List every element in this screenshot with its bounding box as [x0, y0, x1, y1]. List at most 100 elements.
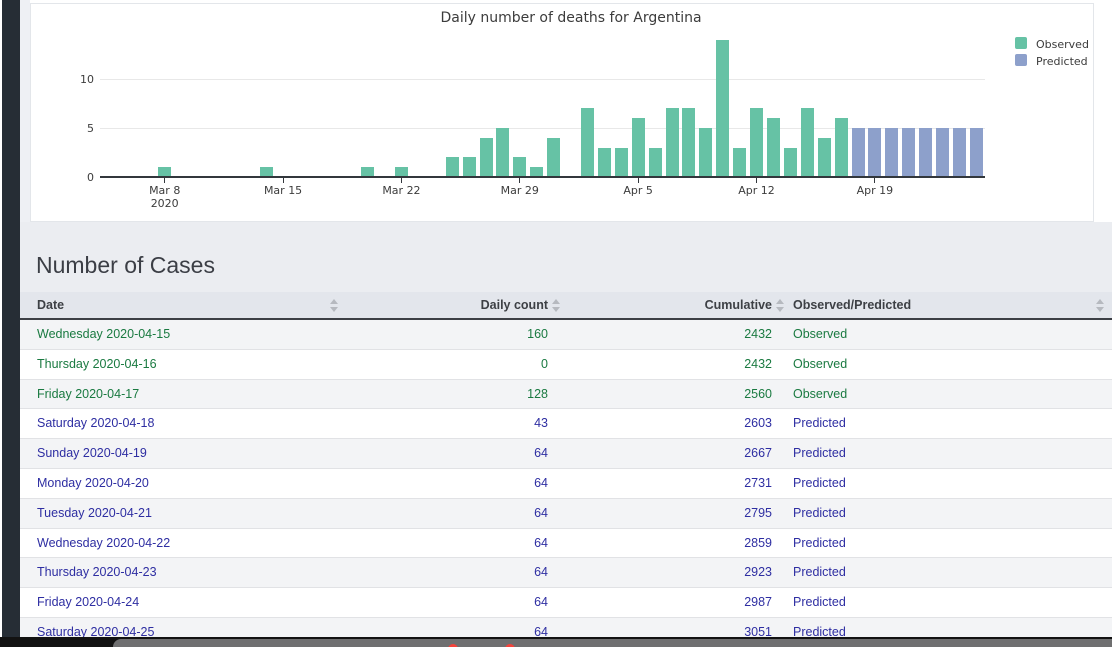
x-axis-tick-mark [401, 178, 402, 183]
cases-heading: Number of Cases [36, 252, 215, 279]
bar-observed [750, 108, 763, 177]
column-header-daily-count: Daily count [481, 292, 548, 318]
table-row: Thursday 2020-04-23642923Predicted [20, 558, 1112, 588]
cell-date: Sunday 2020-04-19 [37, 439, 147, 468]
cell-daily-count: 0 [541, 350, 548, 379]
bar-predicted [885, 128, 898, 177]
bar-observed [615, 148, 628, 177]
bar-observed [835, 118, 848, 177]
observed-legend-swatch [1015, 37, 1027, 49]
bar-observed [733, 148, 746, 177]
cell-daily-count: 128 [527, 380, 548, 409]
bar-observed [818, 138, 831, 177]
x-axis-tick-label: Mar 8 [130, 184, 200, 197]
bar-observed [446, 157, 459, 177]
bar-predicted [902, 128, 915, 177]
bar-observed [581, 108, 594, 177]
cell-observed-predicted: Observed [793, 320, 847, 349]
table-row: Wednesday 2020-04-151602432Observed [20, 320, 1112, 350]
table-row: Monday 2020-04-20 64 2731 Predicted [20, 469, 1112, 499]
cell-date: Saturday 2020-04-18 [37, 409, 154, 438]
x-axis-tick-mark [874, 178, 875, 183]
sort-up-arrow [1096, 299, 1104, 304]
cell-date: Friday 2020-04-17 [37, 380, 139, 409]
table-header-row: DateDaily countCumulativeObserved/Predic… [20, 292, 1112, 318]
sort-icon[interactable] [552, 299, 561, 312]
bar-observed [463, 157, 476, 177]
cell-daily-count: 64 [534, 469, 548, 498]
cell-cumulative: 2432 [744, 350, 772, 379]
x-axis-tick-sublabel: 2020 [130, 197, 200, 210]
bar-observed [716, 40, 729, 177]
sort-down-arrow [552, 307, 560, 312]
x-axis-tick-label: Apr 19 [840, 184, 910, 197]
bar-predicted [868, 128, 881, 177]
legend-item-observed[interactable]: Observed [1015, 37, 1095, 51]
sort-icon[interactable] [1096, 299, 1105, 312]
bar-observed [699, 128, 712, 177]
cell-daily-count: 64 [534, 529, 548, 558]
cell-cumulative: 2667 [744, 439, 772, 468]
cell-observed-predicted: Predicted [793, 499, 846, 528]
x-axis-tick-label: Mar 15 [248, 184, 318, 197]
cell-daily-count: 64 [534, 499, 548, 528]
dashboard-screen: Daily number of deaths for Argentina 051… [0, 0, 1112, 647]
x-axis-tick-mark [283, 178, 284, 183]
x-axis-tick-mark [519, 178, 520, 183]
bar-observed [496, 128, 509, 177]
cell-date: Wednesday 2020-04-15 [37, 320, 170, 349]
cell-date: Tuesday 2020-04-21 [37, 499, 152, 528]
column-header-date: Date [37, 292, 64, 318]
bar-observed [547, 138, 560, 177]
cell-cumulative: 2432 [744, 320, 772, 349]
cell-observed-predicted: Predicted [793, 588, 846, 617]
predicted-legend-swatch [1015, 54, 1027, 66]
cell-cumulative: 2859 [744, 529, 772, 558]
x-axis-tick-mark [164, 178, 165, 183]
x-axis-line [100, 176, 985, 178]
deaths-bar-chart: 0510Mar 82020Mar 15Mar 22Mar 29Apr 5Apr … [0, 0, 1112, 222]
x-axis-tick-mark [638, 178, 639, 183]
cell-cumulative: 2987 [744, 588, 772, 617]
bar-observed [480, 138, 493, 177]
table-row: Friday 2020-04-171282560Observed [20, 380, 1112, 410]
cell-observed-predicted: Predicted [793, 469, 846, 498]
legend-item-predicted[interactable]: Predicted [1015, 54, 1095, 68]
bar-observed [632, 118, 645, 177]
column-header-observed-predicted: Observed/Predicted [793, 292, 911, 318]
x-axis-tick-label: Apr 5 [603, 184, 673, 197]
sort-down-arrow [1096, 307, 1104, 312]
bar-predicted [852, 128, 865, 177]
table-row: Sunday 2020-04-19642667Predicted [20, 439, 1112, 469]
cell-daily-count: 64 [534, 439, 548, 468]
cell-observed-predicted: Observed [793, 350, 847, 379]
bar-predicted [953, 128, 966, 177]
sort-down-arrow [330, 307, 338, 312]
bar-observed [513, 157, 526, 177]
table-row: Tuesday 2020-04-21642795Predicted [20, 499, 1112, 529]
cell-daily-count: 64 [534, 588, 548, 617]
cell-observed-predicted: Predicted [793, 558, 846, 587]
x-axis-tick-label: Mar 22 [366, 184, 436, 197]
cell-cumulative: 2731 [744, 469, 772, 498]
x-axis-tick-label: Apr 12 [722, 184, 792, 197]
sort-icon[interactable] [330, 299, 339, 312]
bar-observed [767, 118, 780, 177]
dock-shelf[interactable] [113, 639, 1112, 647]
cell-observed-predicted: Predicted [793, 409, 846, 438]
bar-observed [682, 108, 695, 177]
x-axis-tick-mark [756, 178, 757, 183]
cell-observed-predicted: Predicted [793, 529, 846, 558]
bar-predicted [919, 128, 932, 177]
sort-down-arrow [776, 307, 784, 312]
cell-date: Thursday 2020-04-16 [37, 350, 157, 379]
cell-date: Thursday 2020-04-23 [37, 558, 157, 587]
cell-cumulative: 2603 [744, 409, 772, 438]
bar-observed [666, 108, 679, 177]
cell-date: Monday 2020-04-20 [37, 469, 149, 498]
sort-icon[interactable] [776, 299, 785, 312]
bar-observed [801, 108, 814, 177]
y-axis-tick-label: 5 [54, 122, 94, 135]
cell-cumulative: 2923 [744, 558, 772, 587]
gridline [100, 79, 985, 80]
